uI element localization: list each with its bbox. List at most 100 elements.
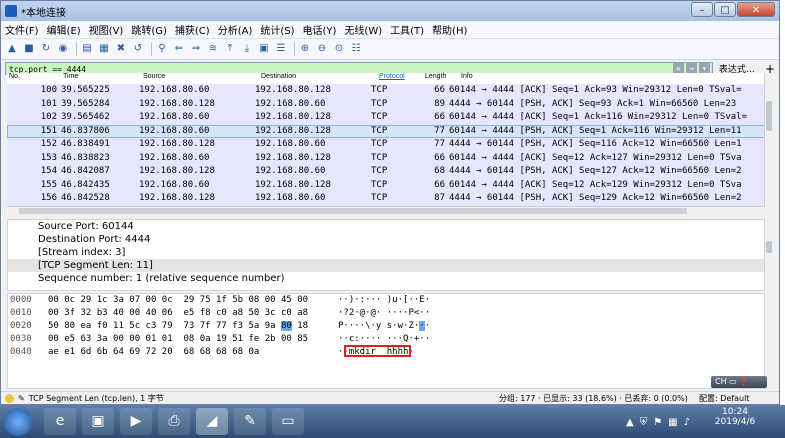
open-folder-icon[interactable]: ▤ — [80, 42, 94, 56]
clock-date: 2019/4/6 — [714, 417, 756, 427]
details-scrollbar[interactable] — [764, 219, 773, 291]
title-bar: *本地连接 – □ ✕ — [1, 1, 779, 21]
clock[interactable]: 10:24 2019/4/6 — [695, 407, 775, 427]
find-icon[interactable]: ⚲ — [155, 42, 169, 56]
show-hidden-icons-icon[interactable]: ▲ — [626, 417, 634, 428]
action-center-flag-icon[interactable]: ⚑ — [653, 417, 662, 428]
volume-icon[interactable]: ♪ — [684, 417, 690, 428]
menu-analyze[interactable]: 分析(A) — [218, 22, 253, 37]
media-player-icon[interactable]: ▶ — [120, 408, 152, 435]
cmd-icon[interactable]: ▭ — [272, 408, 304, 435]
menu-tools[interactable]: 工具(T) — [390, 22, 424, 37]
network-icon[interactable]: ▦ — [668, 417, 677, 428]
packet-row[interactable]: 102 39.565462 192.168.80.60 192.168.80.128 T… — [7, 111, 765, 125]
hex-bytes[interactable]: 00 e5 63 3a 00 00 01 01 08 0a 19 51 fe 2… — [48, 333, 338, 346]
first-packet-icon[interactable]: ⤒ — [223, 42, 237, 56]
packet-cell-info: 60144 → 4444 [ACK] Seq=12 Ack=129 Win=29… — [449, 179, 742, 190]
column-no[interactable]: No. — [7, 73, 61, 84]
paint-icon[interactable]: ✎ — [234, 408, 266, 435]
ascii-bytes[interactable]: ··)·:··· )u·[··E· — [338, 294, 458, 307]
packet-row[interactable]: 155 46.842435 192.168.80.60 192.168.80.128 T… — [7, 178, 765, 192]
ascii-text: ··)·:··· )u·[··E· — [338, 295, 431, 305]
menu-wireless[interactable]: 无线(W) — [344, 22, 382, 37]
packet-list-scroll-thumb[interactable] — [766, 101, 772, 131]
printer-icon[interactable]: ⎙ — [158, 408, 190, 435]
column-info[interactable]: Info — [459, 73, 473, 84]
detail-line[interactable]: [Stream index: 3] — [8, 246, 764, 259]
column-destination[interactable]: Destination — [259, 73, 377, 84]
detail-line[interactable]: Source Port: 60144 — [8, 220, 764, 233]
column-source[interactable]: Source — [141, 73, 259, 84]
packet-cell-no: 101 — [40, 98, 57, 109]
menu-capture[interactable]: 捕获(C) — [175, 22, 210, 37]
packet-cell-time: 46.838823 — [61, 152, 110, 163]
ascii-bytes[interactable]: P····\·y s·w·Z··· — [338, 320, 458, 333]
hex-bytes[interactable]: ae e1 6d 6b 64 69 72 20 68 68 68 68 0a — [48, 346, 338, 359]
details-scroll-thumb[interactable] — [766, 241, 772, 253]
restart-icon[interactable]: ↻ — [39, 42, 53, 56]
packet-row[interactable]: 151 46.837806 192.168.80.60 192.168.80.128 T… — [7, 124, 765, 138]
hex-bytes[interactable]: 00 0c 29 1c 3a 07 00 0c 29 75 1f 5b 08 0… — [48, 294, 338, 307]
packet-cell-dst: 192.168.80.128 — [255, 125, 331, 136]
packet-row[interactable]: 101 39.565284 192.168.80.128 192.168.80.60 T… — [7, 97, 765, 111]
packet-row[interactable]: 154 46.842087 192.168.80.128 192.168.80.60 T… — [7, 165, 765, 179]
menu-telephony[interactable]: 电话(Y) — [303, 22, 337, 37]
packet-row[interactable]: 100 39.565225 192.168.80.60 192.168.80.128 T… — [7, 84, 765, 98]
ime-indicator[interactable]: CH ▭ ❓ — [711, 376, 767, 388]
autoscroll-icon[interactable]: ▣ — [257, 42, 271, 56]
column-time[interactable]: Time — [61, 73, 141, 84]
menu-edit[interactable]: 编辑(E) — [47, 22, 81, 37]
hex-bytes[interactable]: 50 80 ea f0 11 5c c3 79 73 7f 77 f3 5a 9… — [48, 320, 338, 333]
packet-row[interactable]: 156 46.842528 192.168.80.128 192.168.80.60 T… — [7, 192, 765, 206]
maximize-button[interactable]: □ — [714, 2, 736, 17]
zoom-reset-icon[interactable]: ⊙ — [332, 42, 346, 56]
packet-row[interactable]: 152 46.838491 192.168.80.128 192.168.80.60 T… — [7, 138, 765, 152]
hex-offset: 0010 — [10, 308, 32, 318]
reload-icon[interactable]: ↺ — [131, 42, 145, 56]
options-gear-icon[interactable]: ◉ — [56, 42, 70, 56]
status-profile[interactable]: 配置: Default — [699, 393, 779, 404]
packet-cell-proto: TCP — [371, 166, 388, 176]
hex-bytes[interactable]: 00 3f 32 b3 40 00 40 06 e5 f8 c0 a8 50 3… — [48, 307, 338, 320]
column-length[interactable]: Length — [423, 73, 459, 84]
menu-statistics[interactable]: 统计(S) — [260, 22, 294, 37]
shark-fin-start-icon[interactable]: ▲ — [5, 42, 19, 56]
minimize-button[interactable]: – — [691, 2, 713, 17]
close-button[interactable]: ✕ — [737, 2, 775, 17]
status-bar: ✎ TCP Segment Len (tcp.len), 1 字节 分组: 17… — [1, 391, 779, 404]
go-back-icon[interactable]: ⇐ — [172, 42, 186, 56]
resize-columns-icon[interactable]: ☷ — [349, 42, 363, 56]
packet-list-hscroll-thumb[interactable] — [19, 208, 687, 214]
packet-cell-info: 60144 → 4444 [ACK] Seq=1 Ack=116 Win=293… — [449, 112, 748, 122]
save-icon[interactable]: ▦ — [97, 42, 111, 56]
menu-go[interactable]: 跳转(G) — [131, 22, 167, 37]
detail-line[interactable]: Destination Port: 4444 — [8, 233, 764, 246]
explorer-folder-icon[interactable]: ▣ — [82, 408, 114, 435]
packet-list-scrollbar[interactable] — [764, 73, 773, 206]
expert-info-icon[interactable] — [5, 394, 14, 403]
zoom-out-icon[interactable]: ⊖ — [315, 42, 329, 56]
column-protocol[interactable]: Protocol — [377, 73, 423, 84]
zoom-in-icon[interactable]: ⊕ — [298, 42, 312, 56]
detail-line[interactable]: [TCP Segment Len: 11] — [8, 259, 764, 272]
wireshark-icon[interactable]: ◢ — [196, 408, 228, 435]
detail-line[interactable]: Sequence number: 1 (relative sequence nu… — [8, 272, 764, 285]
packet-cell-info: 60144 → 4444 [ACK] Seq=12 Ack=127 Win=29… — [449, 152, 742, 163]
start-button[interactable] — [4, 408, 32, 436]
go-to-packet-icon[interactable]: ≋ — [206, 42, 220, 56]
ascii-bytes[interactable]: ·?2·@·@· ····P<·· — [338, 307, 458, 320]
colorize-icon[interactable]: ☰ — [274, 42, 288, 56]
menu-view[interactable]: 视图(V) — [89, 22, 124, 37]
hex-row: 0020 50 80 ea f0 11 5c c3 79 73 7f 77 f3 … — [8, 320, 764, 333]
last-packet-icon[interactable]: ⤓ — [240, 42, 254, 56]
go-forward-icon[interactable]: ⇒ — [189, 42, 203, 56]
capture-comment-icon[interactable]: ✎ — [18, 394, 25, 403]
packet-row[interactable]: 153 46.838823 192.168.80.60 192.168.80.128 T… — [7, 151, 765, 165]
stop-icon[interactable]: ■ — [22, 42, 36, 56]
packet-list-hscrollbar[interactable] — [7, 206, 765, 216]
menu-file[interactable]: 文件(F) — [5, 22, 39, 37]
security-shield-icon[interactable]: ⛨ — [640, 417, 648, 428]
menu-help[interactable]: 帮助(H) — [432, 22, 467, 37]
close-file-icon[interactable]: ✖ — [114, 42, 128, 56]
ie-icon[interactable]: e — [44, 408, 76, 435]
